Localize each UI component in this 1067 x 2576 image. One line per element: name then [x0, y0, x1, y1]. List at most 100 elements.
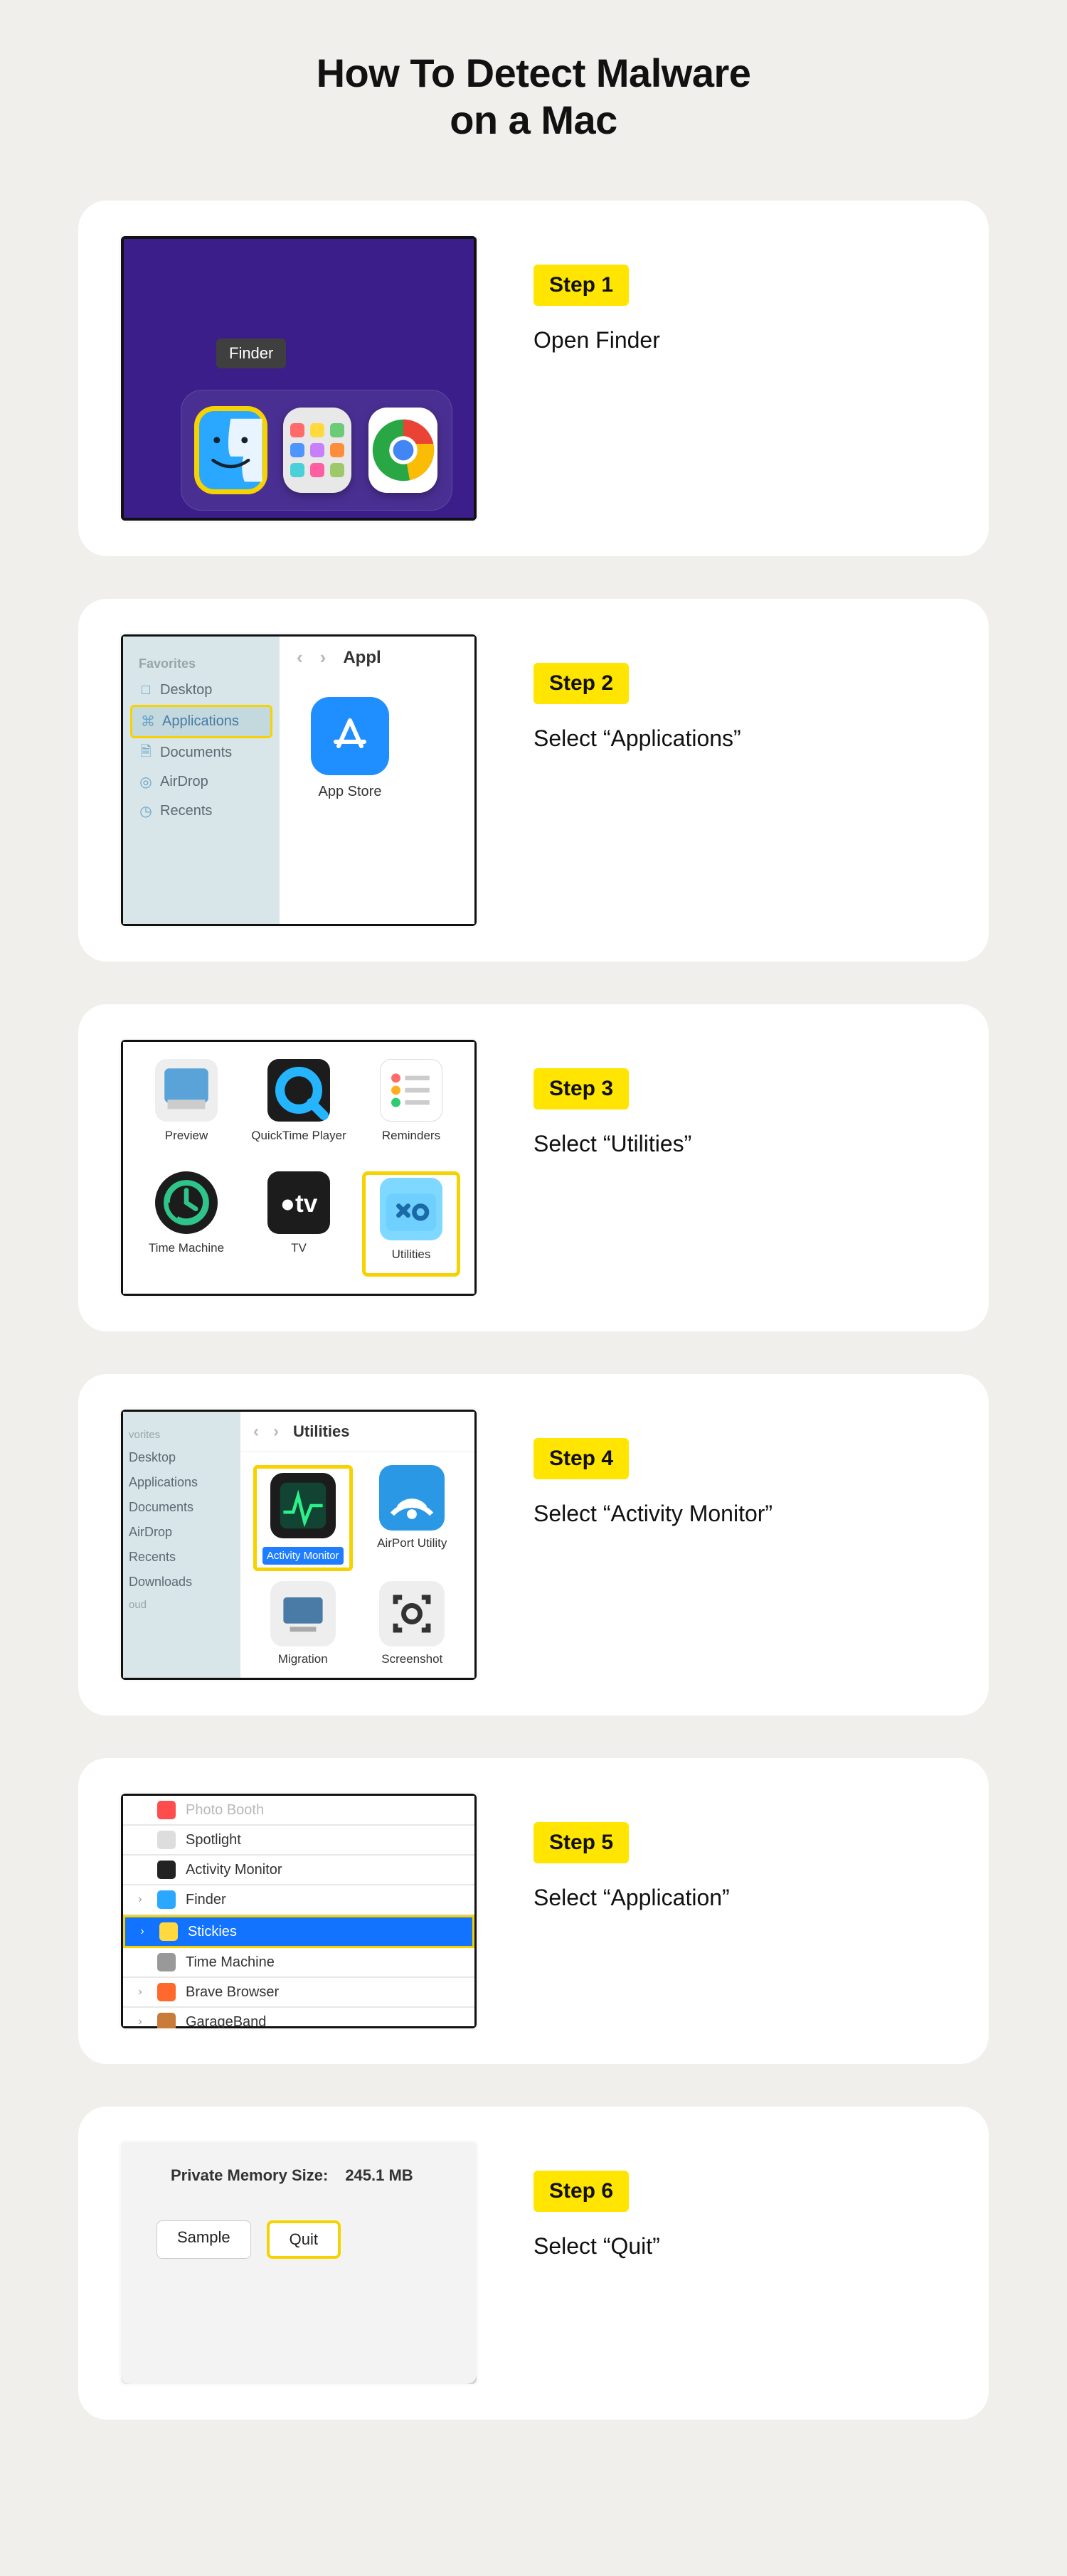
breadcrumb: Utilities — [293, 1422, 349, 1441]
step-desc-5: Select “Application” — [534, 1885, 730, 1911]
process-row-stickies[interactable]: › Stickies — [123, 1915, 474, 1948]
sidebar-item-label: Recents — [160, 803, 212, 819]
tv-app-icon[interactable]: ●tv TV — [250, 1171, 348, 1277]
step-badge-2: Step 2 — [534, 663, 629, 704]
process-icon — [157, 1953, 176, 1971]
step-card-5: Photo Booth Spotlight Activity Monitor › Fin… — [78, 1758, 989, 2064]
step-card-2: Favorites □ Desktop ⌘ Applications 🗎Document… — [78, 599, 989, 962]
nav-forward-icon[interactable]: › — [273, 1422, 279, 1442]
breadcrumb: Appl — [343, 648, 381, 668]
preview-app-icon[interactable]: Preview — [137, 1059, 235, 1164]
sidebar-item-recents[interactable]: Recents — [123, 1545, 240, 1570]
page-title: How To Detect Malware on a Mac — [78, 50, 989, 144]
app-label: AirPort Utility — [363, 1536, 462, 1550]
app-store-item[interactable]: App Store — [297, 697, 403, 800]
screenshot-step-5: Photo Booth Spotlight Activity Monitor › Fin… — [121, 1794, 477, 2028]
process-name: Brave Browser — [186, 1984, 279, 2001]
svg-text:●tv: ●tv — [280, 1190, 318, 1218]
process-row-garageband[interactable]: › GarageBand — [123, 2008, 474, 2028]
reminders-app-icon[interactable]: Reminders — [362, 1059, 460, 1164]
sidebar-item-downloads[interactable]: Downloads — [123, 1570, 240, 1595]
migration-icon[interactable]: Migration — [253, 1581, 353, 1680]
sidebar-item-label: Documents — [160, 745, 232, 761]
sidebar-item-recents[interactable]: ◷ Recents — [130, 797, 272, 826]
applications-icon: ⌘ — [141, 715, 155, 729]
disclosure-icon: › — [133, 1893, 147, 1906]
process-row-activity-monitor[interactable]: Activity Monitor — [123, 1856, 474, 1885]
utilities-label: Utilities — [368, 1247, 454, 1262]
sidebar-item-desktop[interactable]: Desktop — [123, 1445, 240, 1470]
screenshot-step-6: Private Memory Size: 245.1 MB Sample Qui… — [121, 2142, 477, 2384]
sidebar-header-cloud: oud — [123, 1595, 240, 1615]
sidebar-item-desktop[interactable]: □ Desktop — [130, 676, 272, 705]
sidebar-item-documents[interactable]: Documents — [123, 1495, 240, 1520]
finder-toolbar: ‹ › Appl — [297, 646, 457, 669]
quicktime-app-icon[interactable]: QuickTime Player — [250, 1059, 348, 1164]
process-row-time-machine[interactable]: Time Machine — [123, 1948, 474, 1978]
process-name: GarageBand — [186, 2014, 266, 2029]
process-row-spotlight[interactable]: Spotlight — [123, 1826, 474, 1856]
process-row-finder[interactable]: › Finder — [123, 1885, 474, 1915]
sidebar-item-label: Applications — [162, 713, 239, 730]
sidebar-item-airdrop[interactable]: AirDrop — [123, 1520, 240, 1545]
app-label: Time Machine — [137, 1241, 235, 1255]
finder-toolbar: ‹ › Utilities — [240, 1412, 474, 1452]
sidebar-item-applications[interactable]: Applications — [123, 1470, 240, 1495]
step-card-6: Private Memory Size: 245.1 MB Sample Qui… — [78, 2107, 989, 2420]
process-row-brave-browser[interactable]: › Brave Browser — [123, 1978, 474, 2008]
desktop-icon: □ — [139, 683, 153, 698]
app-label: Reminders — [362, 1129, 460, 1143]
process-icon — [159, 1922, 178, 1941]
process-name: Spotlight — [186, 1832, 241, 1848]
finder-sidebar: Favorites □ Desktop ⌘ Applications 🗎Document… — [123, 637, 280, 924]
process-info-window: Private Memory Size: 245.1 MB Sample Qui… — [121, 2142, 477, 2384]
launchpad-icon[interactable] — [283, 408, 352, 493]
timemachine-app-icon[interactable]: Time Machine — [137, 1171, 235, 1277]
title-line-2: on a Mac — [450, 97, 617, 142]
process-name: Stickies — [188, 1924, 237, 1940]
step-badge-5: Step 5 — [534, 1822, 629, 1863]
utilities-folder-icon[interactable]: Utilities — [362, 1171, 460, 1277]
activity-monitor-icon[interactable]: Activity Monitor — [253, 1465, 353, 1571]
sidebar-item-applications[interactable]: ⌘ Applications — [130, 705, 272, 738]
step-badge-4: Step 4 — [534, 1438, 629, 1479]
app-label: Activity Monitor — [262, 1547, 344, 1565]
airdrop-icon: ◎ — [139, 775, 153, 789]
activity-monitor-list: Photo Booth Spotlight Activity Monitor › Fin… — [121, 1794, 477, 2028]
sidebar-item-airdrop[interactable]: ◎AirDrop — [130, 767, 272, 797]
screenshot-step-3: PreviewQuickTime Player Reminders Time Mac… — [121, 1040, 477, 1296]
mac-dock — [181, 390, 452, 511]
screenshot-icon[interactable]: Screenshot — [363, 1581, 462, 1680]
chrome-icon[interactable] — [368, 408, 437, 493]
nav-forward-icon[interactable]: › — [320, 646, 327, 669]
sidebar-item-label: Desktop — [160, 682, 212, 698]
recents-icon: ◷ — [139, 804, 153, 819]
screenshot-step-1: Finder — [121, 236, 477, 521]
process-icon — [157, 1831, 176, 1849]
process-name: Time Machine — [186, 1954, 275, 1971]
nav-back-icon[interactable]: ‹ — [253, 1422, 259, 1442]
quit-button[interactable]: Quit — [267, 2220, 341, 2259]
finder-sidebar: vorites DesktopApplicationsDocumentsAirD… — [123, 1412, 240, 1678]
app-label: TV — [250, 1241, 348, 1255]
step-badge-6: Step 6 — [534, 2171, 629, 2212]
app-label: Screenshot — [363, 1652, 462, 1666]
disclosure-icon: › — [133, 1986, 147, 1998]
sidebar-item-documents[interactable]: 🗎Documents — [130, 738, 272, 767]
nav-back-icon[interactable]: ‹ — [297, 646, 303, 669]
disclosure-icon: › — [135, 1925, 149, 1938]
process-name: Finder — [186, 1892, 226, 1908]
process-icon — [157, 2013, 176, 2028]
finder-tooltip: Finder — [216, 339, 286, 368]
finder-icon[interactable] — [196, 408, 266, 493]
airport-utility-icon[interactable]: AirPort Utility — [363, 1465, 462, 1571]
disclosure-icon: › — [133, 2016, 147, 2028]
step-desc-3: Select “Utilities” — [534, 1131, 691, 1157]
sidebar-favorites-header: Favorites — [130, 649, 272, 676]
app-store-icon — [311, 697, 389, 775]
sample-button[interactable]: Sample — [156, 2220, 251, 2259]
private-memory-label: Private Memory Size: — [171, 2166, 328, 2185]
process-row-photo-booth[interactable]: Photo Booth — [123, 1796, 474, 1826]
private-memory-value: 245.1 MB — [345, 2166, 413, 2185]
app-store-label: App Store — [297, 784, 403, 800]
